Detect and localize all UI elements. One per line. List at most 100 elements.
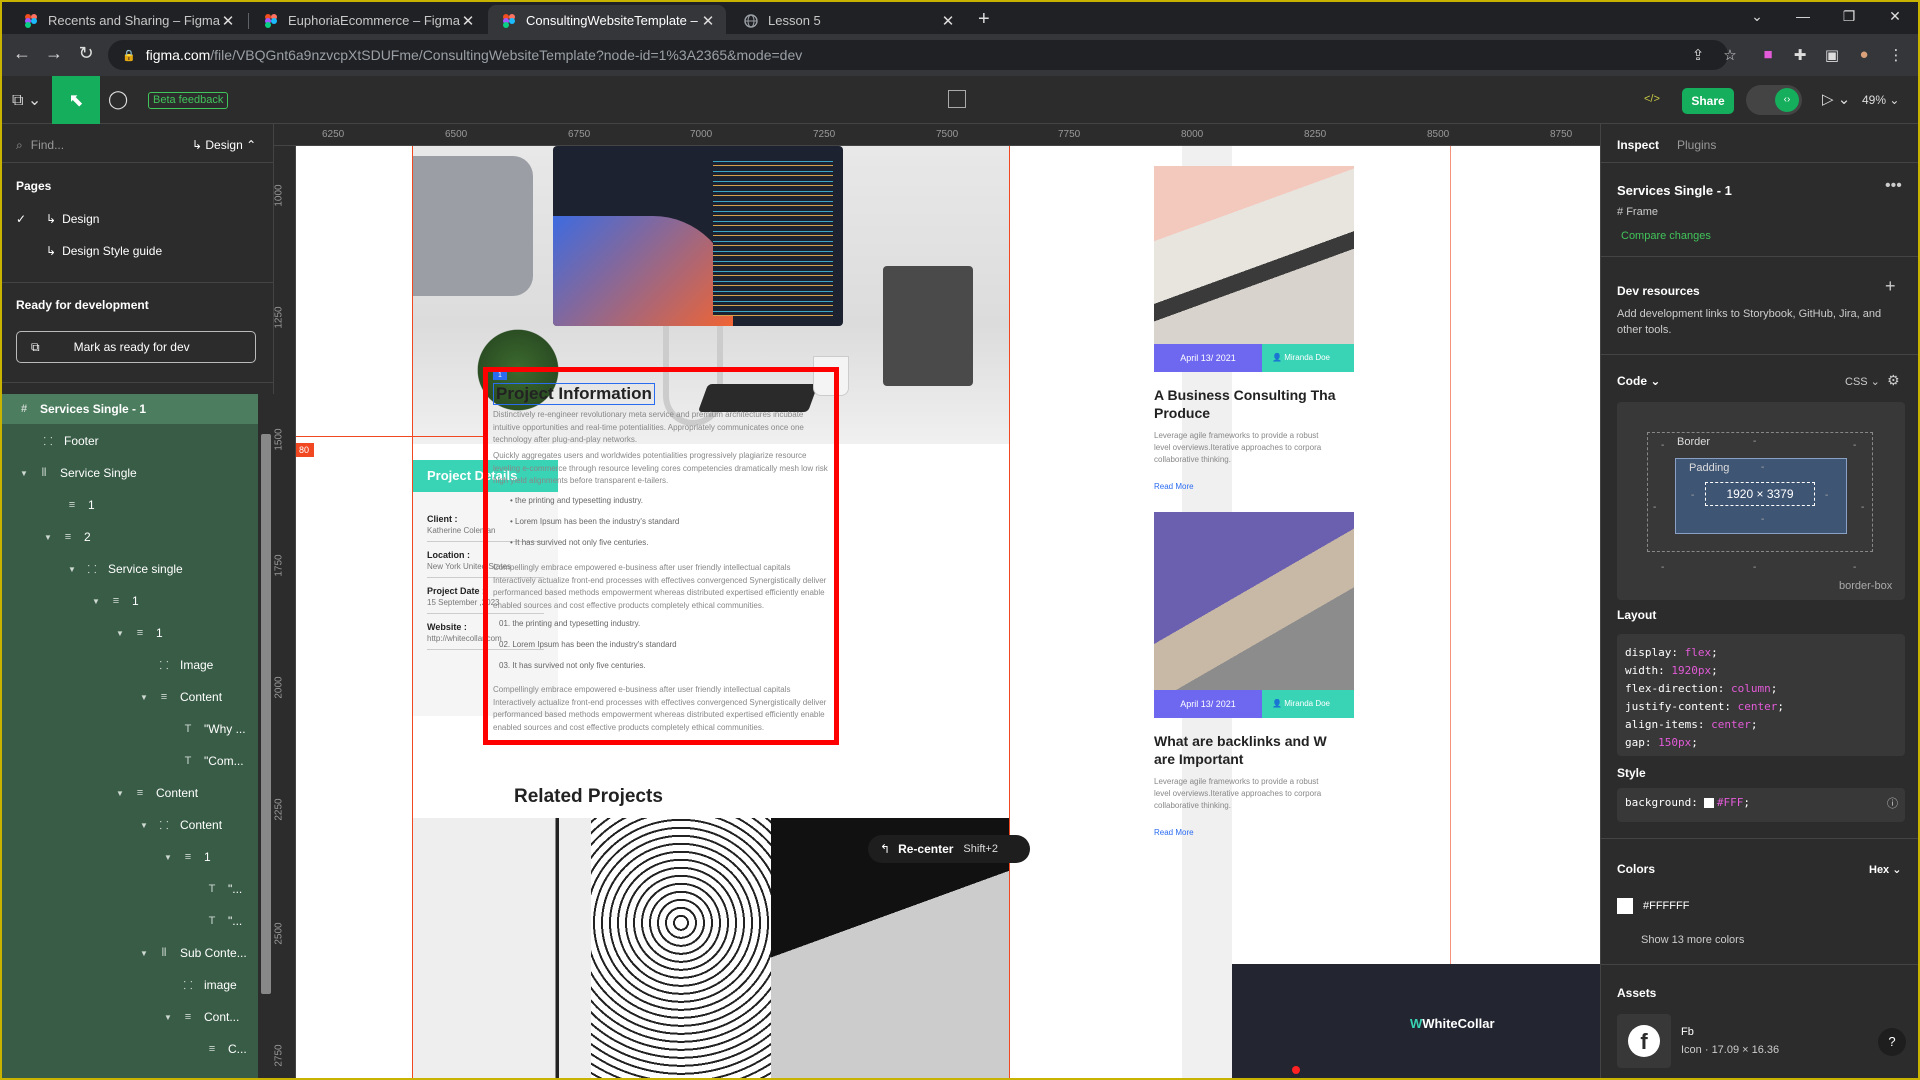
sidebar-icon[interactable]: ▣ (1822, 46, 1842, 64)
chevron-down-icon[interactable]: ▼ (92, 597, 106, 606)
style-css[interactable]: background: #FFF; (1617, 788, 1905, 822)
layer-item[interactable]: ⸬ image (178, 969, 236, 1001)
reload-icon[interactable]: ↻ (74, 43, 98, 64)
chevron-down-icon[interactable]: ▼ (140, 821, 154, 830)
layer-item[interactable]: ▼ ⦀ Sub Conte... (140, 937, 247, 969)
layer-item[interactable]: ⸬ Footer (38, 425, 98, 457)
tab-inspect[interactable]: Inspect (1617, 138, 1659, 152)
layer-item[interactable]: T "Why ... (178, 713, 246, 745)
card-title[interactable]: Produce (1154, 404, 1354, 422)
color-item[interactable]: #FFFFFF (1617, 898, 1689, 915)
tab-plugins[interactable]: Plugins (1677, 138, 1716, 152)
layer-item[interactable]: ▼ ≡ 2 (44, 521, 91, 553)
read-more-link[interactable]: Read More (1154, 828, 1194, 837)
layer-item[interactable]: ▼ ≡ Cont... (164, 1001, 239, 1033)
facebook-icon[interactable]: f (1617, 1014, 1671, 1068)
layer-item[interactable]: ▼ ⸬ Content (140, 809, 222, 841)
chevron-down-icon[interactable]: ▼ (140, 949, 154, 958)
chevron-down-icon[interactable]: ▼ (44, 533, 58, 542)
code-heading[interactable]: Code ⌄ (1617, 374, 1660, 388)
tab-euphoria[interactable]: EuphoriaEcommerce – Figma ✕ (250, 5, 486, 36)
chevron-down-icon[interactable]: ▼ (116, 629, 130, 638)
related-image[interactable] (591, 818, 771, 1080)
move-tool-icon[interactable]: ⬉ (52, 76, 100, 124)
info-icon[interactable]: ⓘ (1887, 796, 1898, 812)
main-menu-icon[interactable]: ⧉ ⌄ (12, 90, 41, 110)
chevron-down-icon[interactable]: ▼ (140, 693, 154, 702)
layer-item[interactable]: ▼ ⦀ Service Single (20, 457, 137, 489)
related-image[interactable] (413, 818, 591, 1080)
project-information-title[interactable]: Project Information (493, 383, 655, 405)
address-bar[interactable]: 🔒 figma.com/file/VBQGnt6a9nzvcpXtSDUFme/… (108, 40, 1728, 70)
chevron-down-icon[interactable]: ▼ (164, 1013, 178, 1022)
page-switcher[interactable]: ↳ Design ⌃ (192, 138, 256, 152)
extension-icon[interactable]: ■ (1758, 46, 1778, 63)
close-icon[interactable]: ✕ (940, 12, 956, 30)
tab-recents[interactable]: Recents and Sharing – Figma ✕ (10, 5, 246, 36)
scrollbar-thumb[interactable] (261, 434, 271, 994)
compare-changes-link[interactable]: Compare changes (1621, 228, 1711, 244)
tab-search-icon[interactable]: ⌄ (1734, 8, 1780, 25)
settings-icon[interactable]: ⚙ (1887, 372, 1900, 388)
minimize-icon[interactable]: — (1780, 8, 1826, 24)
layer-item[interactable]: T "... (202, 905, 243, 937)
layer-item[interactable]: ▼ ≡ 1 (116, 617, 163, 649)
layer-item[interactable]: T "... (202, 873, 243, 905)
design-canvas[interactable]: 80 Project Details Client : Katherine Col… (296, 146, 1600, 1080)
page-item-design[interactable]: ✓ ↳ Design (16, 212, 99, 226)
window-close-icon[interactable]: ✕ (1872, 8, 1918, 25)
back-icon[interactable]: ← (10, 43, 34, 64)
card-title[interactable]: What are backlinks and W (1154, 732, 1354, 750)
card-title[interactable]: are Important (1154, 750, 1354, 768)
layer-item[interactable]: ▼ ≡ Content (140, 681, 222, 713)
card-image[interactable] (1154, 166, 1354, 344)
related-projects-title[interactable]: Related Projects (514, 786, 663, 808)
close-icon[interactable]: ✕ (220, 12, 236, 30)
layer-item[interactable]: ▼ ≡ Content (116, 777, 198, 809)
avatar[interactable]: ● (1854, 46, 1874, 63)
read-more-link[interactable]: Read More (1154, 482, 1194, 491)
find-input[interactable]: ⌕ Find... (16, 138, 64, 153)
layers-scrollbar[interactable] (258, 394, 274, 1080)
layer-item[interactable]: ≡ 1 (62, 489, 95, 521)
browser-menu-icon[interactable]: ⋮ (1886, 46, 1906, 64)
code-language-select[interactable]: CSS ⌄ (1845, 374, 1880, 390)
chevron-down-icon[interactable]: ▼ (68, 565, 82, 574)
tab-consulting[interactable]: ConsultingWebsiteTemplate – Fig ✕ (488, 5, 726, 36)
whitecollar-logo[interactable]: WWhiteCollar (1410, 1016, 1495, 1031)
new-tab-icon[interactable]: + (978, 8, 990, 31)
close-icon[interactable]: ✕ (460, 12, 476, 30)
layer-item[interactable]: ≡ C... (202, 1033, 247, 1065)
share-button[interactable]: Share (1682, 88, 1734, 114)
dev-mode-icon[interactable] (948, 90, 966, 108)
beta-feedback-button[interactable]: Beta feedback (148, 92, 229, 109)
layer-item[interactable]: ⸬ Image (154, 649, 213, 681)
puzzle-icon[interactable]: ✚ (1790, 46, 1810, 64)
card-title[interactable]: A Business Consulting Tha (1154, 386, 1354, 404)
close-icon[interactable]: ✕ (700, 12, 716, 30)
card-image[interactable] (1154, 512, 1354, 690)
restore-icon[interactable]: ❐ (1826, 8, 1872, 25)
present-icon[interactable]: ▷ ⌄ (1822, 90, 1850, 108)
comment-icon[interactable]: ◯ (108, 89, 128, 110)
chevron-down-icon[interactable]: ▼ (20, 469, 34, 478)
bookmark-star-icon[interactable]: ☆ (1720, 46, 1740, 64)
zoom-level[interactable]: 49% ⌄ (1862, 93, 1899, 107)
layer-item[interactable]: ▼ ≡ 1 (164, 841, 211, 873)
mark-ready-button[interactable]: ⧉ Mark as ready for dev (16, 331, 256, 363)
share-page-icon[interactable]: ⇪ (1688, 46, 1708, 64)
layer-item[interactable]: T "Com... (178, 745, 244, 777)
forward-icon[interactable]: → (42, 43, 66, 64)
layer-item[interactable]: ▼ ⸬ Service single (68, 553, 183, 585)
recenter-button[interactable]: ↰ Re-center Shift+2 (868, 835, 1030, 863)
more-options-icon[interactable]: ••• (1885, 178, 1902, 194)
color-format-select[interactable]: Hex ⌄ (1869, 862, 1901, 878)
show-more-colors[interactable]: Show 13 more colors (1641, 932, 1744, 948)
chevron-down-icon[interactable]: ▼ (116, 789, 130, 798)
layout-css[interactable]: display: flex; width: 1920px; flex-direc… (1617, 634, 1905, 756)
help-button[interactable]: ? (1878, 1028, 1906, 1056)
layer-item[interactable]: ▼ ≡ 1 (92, 585, 139, 617)
page-item-style-guide[interactable]: ↳ Design Style guide (16, 244, 162, 258)
chevron-down-icon[interactable]: ▼ (164, 853, 178, 862)
dev-mode-toggle[interactable]: ‹› (1746, 85, 1802, 115)
